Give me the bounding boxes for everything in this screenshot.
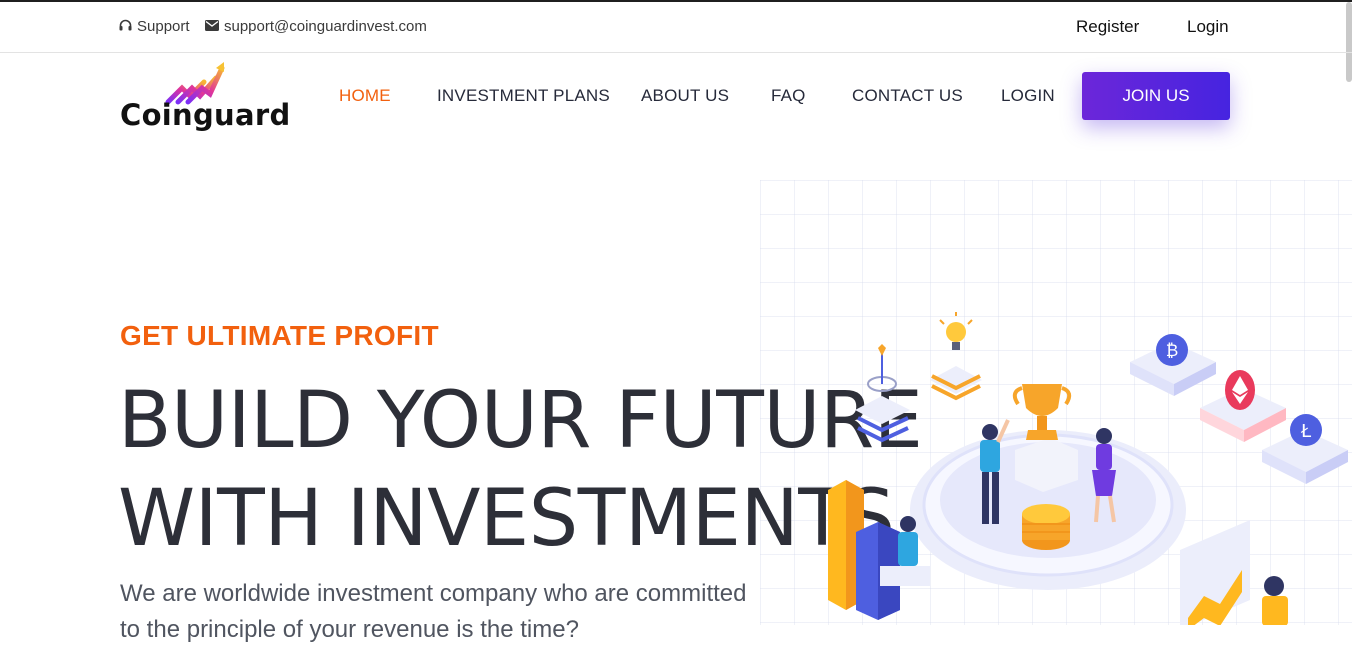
support-label: Support <box>137 18 190 35</box>
target-icon <box>855 344 910 443</box>
ethereum-icon <box>1200 370 1286 442</box>
hero-description: We are worldwide investment company who … <box>120 580 747 643</box>
svg-text:Ł: Ł <box>1300 421 1312 442</box>
email-link[interactable]: support@coinguardinvest.com <box>205 18 427 35</box>
envelope-icon <box>205 18 224 35</box>
nav-contact-us[interactable]: CONTACT US <box>852 86 963 106</box>
headphones-icon <box>119 18 137 35</box>
login-link[interactable]: Login <box>1187 17 1229 37</box>
hero-eyebrow: GET ULTIMATE PROFIT <box>120 320 439 351</box>
hero-illustration: ₿ Ł <box>760 300 1352 630</box>
nav-login[interactable]: LOGIN <box>1001 86 1055 106</box>
join-us-button[interactable]: JOIN US <box>1082 72 1230 120</box>
svg-text:₿: ₿ <box>1166 341 1179 361</box>
bitcoin-icon: ₿ <box>1130 334 1216 396</box>
lightbulb-icon <box>930 312 982 401</box>
logo[interactable]: Coinguard <box>120 58 290 134</box>
support-link[interactable]: Support <box>119 18 190 35</box>
email-text: support@coinguardinvest.com <box>224 18 427 35</box>
register-link[interactable]: Register <box>1076 17 1139 37</box>
chart-screen-graphic <box>1180 520 1288 630</box>
nav-home[interactable]: HOME <box>339 86 391 106</box>
coin-stack <box>1022 504 1070 550</box>
top-bar: Support support@coinguardinvest.com Regi… <box>0 2 1352 53</box>
brand-name: Coinguard <box>120 98 291 132</box>
nav-faq[interactable]: FAQ <box>771 86 806 106</box>
nav-about-us[interactable]: ABOUT US <box>641 86 729 106</box>
nav-investment-plans[interactable]: INVESTMENT PLANS <box>437 86 610 106</box>
